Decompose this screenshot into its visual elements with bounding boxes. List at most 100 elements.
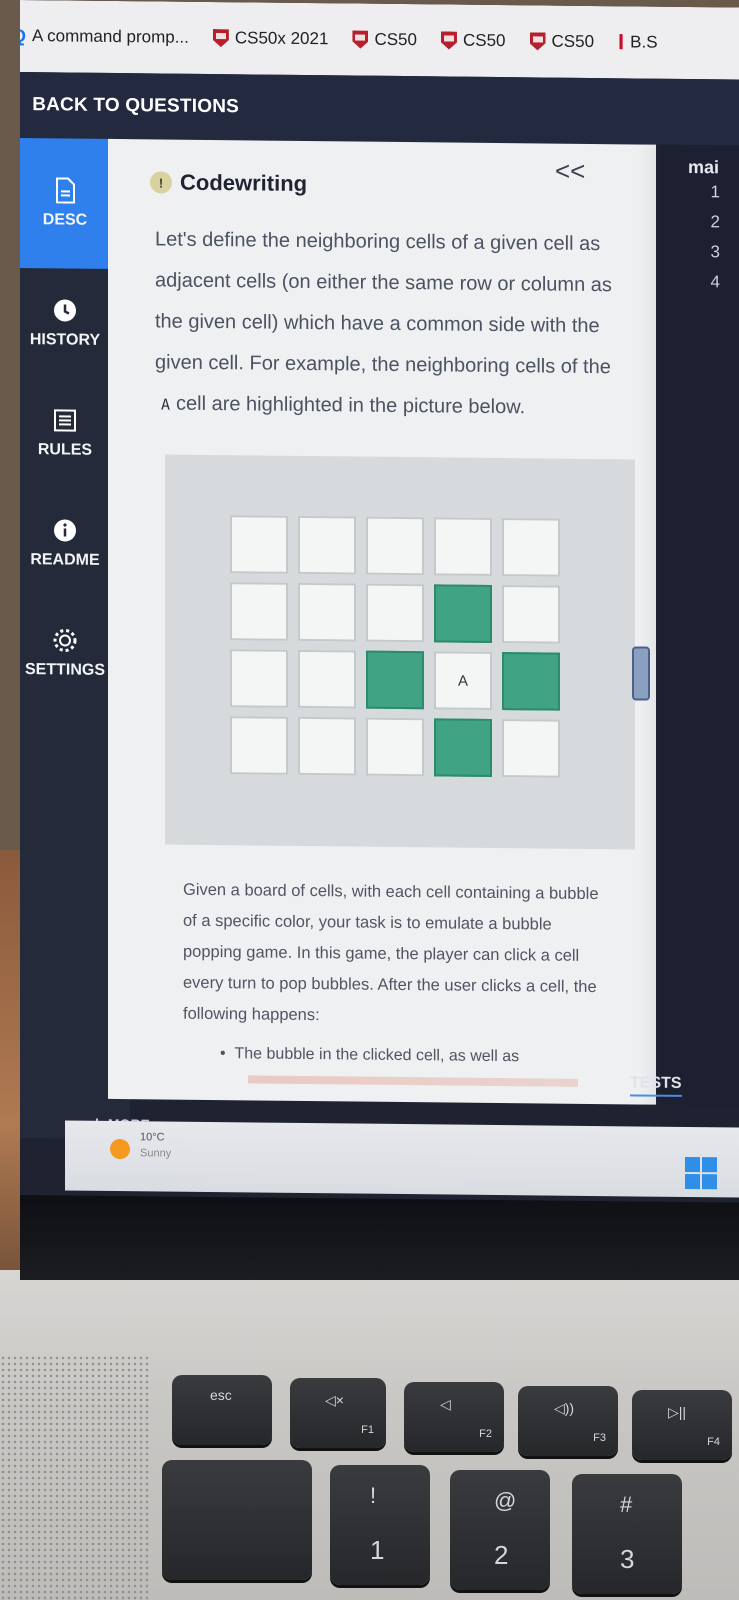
key-1: ! 1 <box>330 1465 430 1585</box>
grid-cell <box>298 716 356 776</box>
sidebar-item-label: DESC <box>42 211 88 229</box>
key-top-label: @ <box>494 1488 517 1513</box>
neighbor-cells-figure: A <box>165 454 635 850</box>
cell-reference: A <box>161 395 171 414</box>
description-text: Let's define the neighboring cells of a … <box>155 228 612 379</box>
browser-tab[interactable]: CS50x 2021 <box>201 28 341 49</box>
sidebar-item-label: RULES <box>37 441 93 459</box>
volume-up-icon: ◁)) <box>554 1400 575 1416</box>
line-number: 3 <box>710 242 720 262</box>
line-number: 1 <box>710 182 720 202</box>
key-3: # 3 <box>572 1474 682 1594</box>
grid-cell-highlighted <box>434 718 492 777</box>
grid-cell <box>366 516 424 576</box>
tab-label: CS50x 2021 <box>234 28 329 49</box>
tab-label: CS50 <box>462 30 506 51</box>
task-type-heading: ! Codewriting <box>150 169 307 197</box>
mute-icon: ◁× <box>325 1392 344 1408</box>
browser-tab-bar: Q A command promp... CS50x 2021 CS50 CS5… <box>20 0 739 80</box>
document-icon <box>52 177 78 204</box>
grid-cell <box>230 582 288 641</box>
text-cut-off <box>248 1075 578 1087</box>
grid-cell <box>230 515 288 574</box>
bullet-item: • The bubble in the clicked cell, as wel… <box>220 1045 520 1066</box>
line-number: 4 <box>710 272 720 292</box>
weather-temperature[interactable]: 10°C <box>140 1131 165 1143</box>
list-icon <box>52 407 78 433</box>
sidebar-item-label: SETTINGS <box>24 661 105 679</box>
browser-tab[interactable]: CS50 <box>429 30 518 51</box>
harvard-shield-icon <box>213 29 229 47</box>
speaker-grille <box>0 1355 150 1600</box>
grid-cell <box>434 517 492 576</box>
laptop-screen: Q A command promp... CS50x 2021 CS50 CS5… <box>20 0 739 1203</box>
f2-key: ◁ F2 <box>404 1382 504 1452</box>
task-type-label: Codewriting <box>180 169 308 197</box>
grid-cell <box>366 583 424 643</box>
harvard-shield-icon <box>530 32 546 50</box>
grid-cell <box>230 716 288 775</box>
grid-cell <box>298 515 356 575</box>
harvard-shield-icon <box>441 31 457 49</box>
info-icon <box>52 517 78 543</box>
screen-bezel <box>20 1190 739 1280</box>
grid-cell <box>366 717 424 777</box>
app-header: ‹ BACK TO QUESTIONS <box>20 71 739 146</box>
search-icon: Q <box>20 25 27 46</box>
harvard-shield-icon <box>352 30 368 48</box>
key-label: F3 <box>593 1432 606 1444</box>
imdb-icon: I <box>618 29 625 55</box>
grid-cell-highlighted <box>502 652 560 711</box>
key-label: F1 <box>361 1424 374 1436</box>
f3-key: ◁)) F3 <box>518 1386 618 1456</box>
sidebar-item-label: README <box>30 551 100 569</box>
grid-cell <box>298 582 356 642</box>
tab-label: B.S <box>630 32 658 52</box>
browser-tab[interactable]: CS50 <box>340 29 429 50</box>
clock-icon <box>52 297 78 323</box>
play-pause-icon: ▷|| <box>668 1404 687 1420</box>
cell-grid: A <box>230 515 560 778</box>
key-label: F2 <box>479 1428 492 1440</box>
grid-cell-highlighted <box>366 650 424 710</box>
windows-start-icon[interactable] <box>685 1156 717 1190</box>
tab-label: A command promp... <box>32 26 189 47</box>
back-to-questions-button[interactable]: ‹ BACK TO QUESTIONS <box>20 91 239 122</box>
editor-file-tab[interactable]: mai <box>688 157 719 178</box>
grid-cell <box>230 649 288 708</box>
browser-tab[interactable]: I B.S <box>606 29 670 56</box>
browser-tab[interactable]: Q A command promp... <box>20 25 201 48</box>
tab-label: CS50 <box>551 31 595 52</box>
bullet-text: The bubble in the clicked cell, as well … <box>234 1045 520 1066</box>
line-number: 2 <box>710 212 720 232</box>
volume-down-icon: ◁ <box>440 1396 451 1412</box>
key-label: esc <box>210 1387 232 1403</box>
key-bottom-label: 1 <box>370 1535 385 1565</box>
grid-cell-highlighted <box>434 584 492 643</box>
sun-icon <box>110 1138 130 1160</box>
grid-cell <box>298 649 356 709</box>
description-panel: ! Codewriting Let's define the neighbori… <box>108 138 656 1105</box>
grid-cell-a: A <box>434 651 492 710</box>
tab-label: CS50 <box>374 29 417 50</box>
browser-tab[interactable]: CS50 <box>518 31 607 52</box>
collapse-panel-button[interactable]: << <box>555 156 585 187</box>
description-text-end: cell are highlighted in the picture belo… <box>176 392 526 419</box>
grid-cell <box>502 719 560 778</box>
f1-key: ◁× F1 <box>290 1378 386 1448</box>
key-label: F4 <box>707 1436 720 1448</box>
windows-taskbar: 10°C Sunny <box>65 1120 739 1198</box>
task-paragraph: Given a board of cells, with each cell c… <box>183 880 599 1025</box>
grid-cell <box>502 518 560 577</box>
key-top-label: ! <box>370 1483 377 1508</box>
tests-tab[interactable]: TESTS <box>630 1074 682 1097</box>
back-label: BACK TO QUESTIONS <box>32 94 239 118</box>
tilde-key <box>162 1460 312 1580</box>
panel-edge <box>638 144 656 1105</box>
key-2: @ 2 <box>450 1470 550 1590</box>
f4-key: ▷|| F4 <box>632 1390 732 1460</box>
sidebar-item-label: HISTORY <box>29 331 101 349</box>
codewriting-badge-icon: ! <box>150 171 172 194</box>
grid-cell <box>502 585 560 644</box>
panel-resize-handle[interactable] <box>632 646 650 701</box>
